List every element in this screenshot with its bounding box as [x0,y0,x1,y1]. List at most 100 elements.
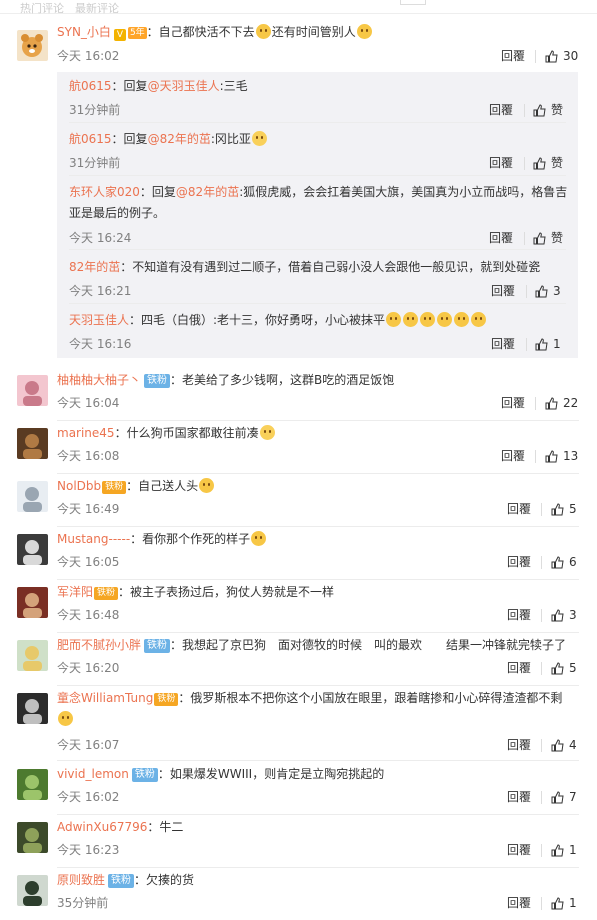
reply-username[interactable]: 航0615 [69,79,112,93]
like-button[interactable]: 3 [535,282,561,303]
timestamp: 今天 16:07 [57,738,120,752]
like-button[interactable]: 22 [545,394,578,415]
like-button[interactable]: 3 [551,606,577,627]
username[interactable]: 童念WilliamTung [57,691,153,705]
reply-button[interactable]: 回覆 [507,841,531,859]
thumbs-up-icon [535,285,548,303]
username[interactable]: NolDbb [57,479,101,493]
fan-badge: 铁粉 [144,639,171,653]
reply-button[interactable]: 回覆 [507,894,531,912]
username[interactable]: Mustang----- [57,532,130,546]
like-button[interactable]: 1 [551,894,577,915]
reply-button[interactable]: 回覆 [489,154,513,172]
emoji-icon [403,312,419,327]
like-count: 22 [563,396,579,410]
like-button[interactable]: 赞 [533,101,563,122]
comment-meta: 今天 16:08 回覆 13 [57,447,579,465]
mention-link[interactable]: @82年的茁 [148,132,211,146]
reply-button[interactable]: 回覆 [501,47,525,65]
divider [57,760,579,761]
mention-link[interactable]: @82年的茁 [176,185,239,199]
separator [524,157,525,170]
like-count: 3 [569,608,577,622]
tab-hot-comments[interactable]: 热门评论 [20,0,64,16]
like-count: 1 [569,843,577,857]
like-button[interactable]: 4 [551,736,577,757]
avatar[interactable] [17,534,48,565]
comment-meta: 今天 16:07 回覆 4 [57,736,579,754]
like-button[interactable]: 5 [551,500,577,521]
timestamp: 31分钟前 [69,156,121,170]
separator [541,662,542,675]
reply-username[interactable]: 82年的茁 [69,260,120,274]
fan-badge: 铁粉 [154,693,179,706]
emoji-icon [255,24,271,39]
username[interactable]: 军洋阳 [57,585,93,599]
reply-button[interactable]: 回覆 [491,282,515,300]
tab-latest-comments[interactable]: 最新评论 [75,0,119,16]
reply-button[interactable]: 回覆 [489,229,513,247]
like-button[interactable]: 6 [551,553,577,574]
username[interactable]: marine45 [57,426,115,440]
username[interactable]: 原则致胜 [57,873,105,887]
reply-button[interactable]: 回覆 [501,394,525,412]
reply-button[interactable]: 回覆 [489,101,513,119]
like-count: 1 [569,896,577,910]
like-button[interactable]: 1 [535,335,561,356]
reply-body-line2: 亚是最后的例子。 [69,206,166,220]
comment-body: ：俄罗斯根本不把你这个小国放在眼里，跟着瞎掺和小心碎得渣渣都不剩 [178,691,563,705]
comment-text: 柚柚柚大柚子丶 铁粉 ：老美给了多少钱啊，这群B吃的酒足饭饱 [57,370,579,391]
divider [57,685,579,686]
username[interactable]: 柚柚柚大柚子丶 [57,373,141,387]
fan-badge: 铁粉 [144,374,171,388]
thumbs-up-icon [551,739,564,757]
reply-button[interactable]: 回覆 [501,447,525,465]
timestamp: 31分钟前 [69,103,121,117]
reply-button[interactable]: 回覆 [507,736,531,754]
mention-link[interactable]: @天羽玉佳人 [148,79,220,93]
reply-button[interactable]: 回覆 [507,659,531,677]
reply-button[interactable]: 回覆 [507,606,531,624]
reply-button[interactable]: 回覆 [507,788,531,806]
like-button[interactable]: 30 [545,47,578,68]
emoji-icon [437,312,453,327]
reply-username[interactable]: 天羽玉佳人 [69,313,129,327]
like-button[interactable]: 赞 [533,229,563,250]
like-button[interactable]: 5 [551,659,577,680]
reply-button[interactable]: 回覆 [507,553,531,571]
comment-text: AdwinXu67796：牛二 [57,817,579,838]
fan-badge: 铁粉 [131,768,158,782]
avatar[interactable] [17,875,48,906]
username[interactable]: SYN_小白 [57,25,111,39]
username[interactable]: vivid_lemon [57,767,129,781]
avatar[interactable] [17,769,48,800]
comment-body: ：被主子表扬过后，狗仗人势就是不一样 [118,585,335,599]
reply-username[interactable]: 航0615 [69,132,112,146]
comment-item: NolDbb 铁粉 ：自己送人头 今天 16:49 回覆 5 [0,476,597,527]
username[interactable]: 肥而不腻孙小胖 [57,638,141,652]
reply-button[interactable]: 回覆 [491,335,515,353]
comment-meta: 今天 16:49 回覆 5 [57,500,579,518]
avatar[interactable] [17,822,48,853]
comment-text: 原则致胜 铁粉 ：欠揍的货 [57,870,579,891]
timestamp: 今天 16:08 [57,449,120,463]
comment-text: 军洋阳 铁粉 ：被主子表扬过后，狗仗人势就是不一样 [57,582,579,603]
avatar[interactable] [17,693,48,724]
avatar[interactable] [17,428,48,459]
divider [57,473,579,474]
like-button[interactable]: 13 [545,447,578,468]
avatar[interactable] [17,640,48,671]
reply-button[interactable]: 回覆 [507,500,531,518]
avatar[interactable] [17,375,48,406]
thumbs-up-icon [551,609,564,627]
avatar[interactable] [17,481,48,512]
like-button[interactable]: 赞 [533,154,563,175]
separator [541,791,542,804]
like-button[interactable]: 1 [551,841,577,862]
like-button[interactable]: 7 [551,788,577,809]
comment-text: Mustang-----：看你那个作死的样子 [57,529,579,550]
reply-username[interactable]: 东环人家020 [69,185,140,199]
avatar[interactable] [17,587,48,618]
username[interactable]: AdwinXu67796 [57,820,147,834]
avatar[interactable] [17,30,48,61]
